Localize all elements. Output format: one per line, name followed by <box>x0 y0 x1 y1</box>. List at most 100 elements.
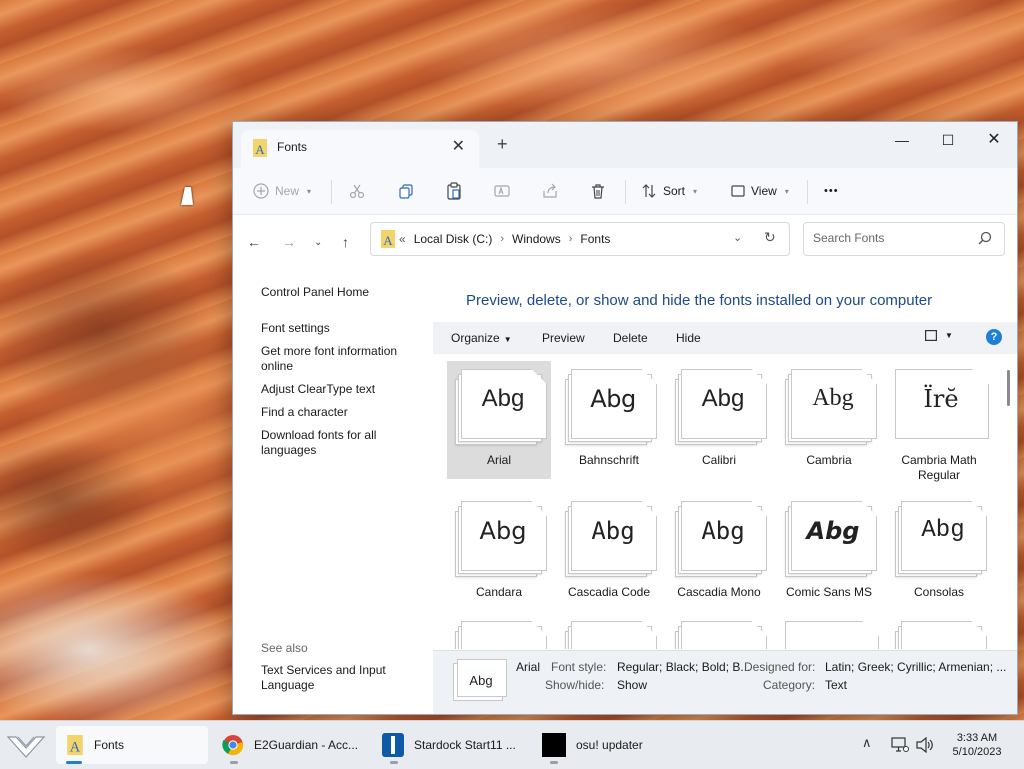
hide-font-button[interactable]: Hide <box>676 331 701 345</box>
clock-date: 5/10/2023 <box>952 746 1002 758</box>
font-name: Cascadia Code <box>567 585 651 599</box>
page-title: Preview, delete, or show and hide the fo… <box>466 292 933 309</box>
details-font-sample: Abg <box>469 673 493 688</box>
font-file-icon <box>675 621 767 649</box>
font-tile-calibri[interactable]: Abg Calibri <box>667 361 771 479</box>
address-dropdown-icon[interactable]: ⌄ <box>733 231 742 244</box>
font-tile-partial[interactable] <box>777 613 881 649</box>
start-menu-icon[interactable] <box>6 729 46 761</box>
font-file-icon <box>455 621 547 649</box>
font-sample: Abg <box>481 385 525 412</box>
font-tile-comic-sans[interactable]: Abg Comic Sans MS <box>777 493 881 611</box>
font-name: Cambria <box>806 453 852 467</box>
tab-fonts[interactable]: A Fonts ✕ <box>241 130 479 168</box>
control-panel-home-link[interactable]: Control Panel Home <box>261 285 421 300</box>
cut-button[interactable] <box>349 180 365 202</box>
font-tile-cambria[interactable]: Abg Cambria <box>777 361 881 479</box>
volume-icon[interactable] <box>916 737 934 753</box>
font-file-icon <box>565 621 657 649</box>
fonts-folder-icon: A <box>67 735 83 755</box>
change-view-button[interactable]: ▼ <box>925 330 953 341</box>
show-hide-label: Show/hide: <box>545 678 605 692</box>
view-button[interactable]: View ▾ <box>731 180 789 202</box>
tab-close-icon[interactable]: ✕ <box>452 136 465 156</box>
font-sample: Abg <box>590 385 636 413</box>
delete-font-button[interactable]: Delete <box>613 331 648 345</box>
fonts-toolbar: Organize ▼ Preview Delete Hide ▼ ? <box>433 322 1017 354</box>
font-tile-cambria-math[interactable]: Ïrĕ Cambria Math Regular <box>887 361 991 482</box>
search-icon[interactable] <box>978 231 992 245</box>
find-character-link[interactable]: Find a character <box>261 405 421 420</box>
adjust-cleartype-link[interactable]: Adjust ClearType text <box>261 382 421 397</box>
more-font-info-link[interactable]: Get more font information online <box>261 344 421 374</box>
osu-updater-icon <box>542 733 566 757</box>
delete-button[interactable] <box>590 180 606 202</box>
system-clock[interactable]: 3:33 AM 5/10/2023 <box>940 731 1014 759</box>
plus-circle-icon <box>253 183 269 199</box>
font-sample: Abg <box>921 517 965 544</box>
taskbar-app-fonts[interactable]: A Fonts <box>56 726 208 764</box>
fonts-folder-icon: A <box>381 230 395 248</box>
breadcrumb-local-disk[interactable]: Local Disk (C:) <box>414 232 493 246</box>
download-fonts-link[interactable]: Download fonts for all languages <box>261 428 421 458</box>
preview-button[interactable]: Preview <box>542 331 585 345</box>
breadcrumb-separator-icon[interactable]: › <box>569 233 573 245</box>
font-name: Bahnschrift <box>578 453 640 467</box>
recent-locations-chevron-icon[interactable]: ⌄ <box>314 237 322 248</box>
new-button[interactable]: New ▾ <box>253 180 311 202</box>
network-icon[interactable] <box>891 737 909 753</box>
font-tile-candara[interactable]: Abg Candara <box>447 493 551 611</box>
font-tile-consolas[interactable]: Abg Consolas <box>887 493 991 611</box>
more-options-button[interactable]: ••• <box>824 180 839 202</box>
breadcrumb-windows[interactable]: Windows <box>512 232 561 246</box>
stardock-start11-icon <box>382 733 404 757</box>
vertical-scrollbar[interactable] <box>1007 370 1010 406</box>
taskbar-app-chrome[interactable]: E2Guardian - Acc... <box>222 726 372 764</box>
font-settings-link[interactable]: Font settings <box>261 321 421 336</box>
taskbar-app-osu-updater[interactable]: osu! updater <box>542 726 682 764</box>
font-sample: Abg <box>812 385 854 411</box>
close-window-button[interactable]: ✕ <box>971 126 1017 154</box>
paste-button[interactable] <box>446 180 462 202</box>
share-button[interactable] <box>542 180 558 202</box>
font-tile-partial[interactable] <box>557 613 661 649</box>
taskbar: A Fonts E2Guardian - Acc... Stardock Sta… <box>0 720 1024 769</box>
breadcrumb-fonts[interactable]: Fonts <box>580 232 610 246</box>
maximize-button[interactable]: ☐ <box>925 126 971 154</box>
up-arrow-icon[interactable]: ↑ <box>342 234 349 250</box>
minimize-button[interactable]: — <box>879 126 925 154</box>
details-font-name: Arial <box>516 660 541 674</box>
font-tile-bahnschrift[interactable]: Abg Bahnschrift <box>557 361 661 479</box>
font-style-label: Font style: <box>551 660 607 674</box>
font-name: Cambria Math Regular <box>901 453 977 482</box>
caret-down-icon: ▼ <box>945 331 953 340</box>
view-layout-icon <box>731 185 745 197</box>
organize-menu[interactable]: Organize ▼ <box>451 331 512 345</box>
forward-arrow-icon[interactable]: → <box>282 234 296 250</box>
font-tile-cascadia-mono[interactable]: Abg Cascadia Mono <box>667 493 771 611</box>
show-hidden-icons-chevron-icon[interactable]: ∧ <box>862 735 872 751</box>
address-bar[interactable]: A « Local Disk (C:) › Windows › Fonts ⌄ … <box>370 222 790 256</box>
text-services-link[interactable]: Text Services and Input Language <box>261 663 421 693</box>
copy-button[interactable] <box>398 180 414 202</box>
sort-button[interactable]: Sort ▾ <box>641 180 697 202</box>
help-icon[interactable]: ? <box>986 329 1002 345</box>
font-tile-partial[interactable] <box>447 613 551 649</box>
font-tile-cascadia-code[interactable]: Abg Cascadia Code <box>557 493 661 611</box>
font-tile-partial[interactable] <box>667 613 771 649</box>
breadcrumb-overflow[interactable]: « <box>399 232 406 246</box>
font-tile-arial[interactable]: Abg Arial <box>447 361 551 479</box>
trash-icon <box>592 184 604 199</box>
new-tab-button[interactable]: + <box>497 134 508 155</box>
scissors-icon <box>349 184 365 199</box>
clock-time: 3:33 AM <box>956 732 998 744</box>
font-name: Consolas <box>913 585 965 599</box>
rename-button[interactable] <box>494 180 510 202</box>
search-input[interactable] <box>811 230 975 246</box>
font-name: Calibri <box>701 453 736 467</box>
font-tile-partial[interactable] <box>887 613 991 649</box>
back-arrow-icon[interactable]: ← <box>247 234 261 250</box>
refresh-icon[interactable]: ↻ <box>764 229 776 246</box>
breadcrumb-separator-icon[interactable]: › <box>500 233 504 245</box>
taskbar-app-start11[interactable]: Stardock Start11 ... <box>382 726 532 764</box>
